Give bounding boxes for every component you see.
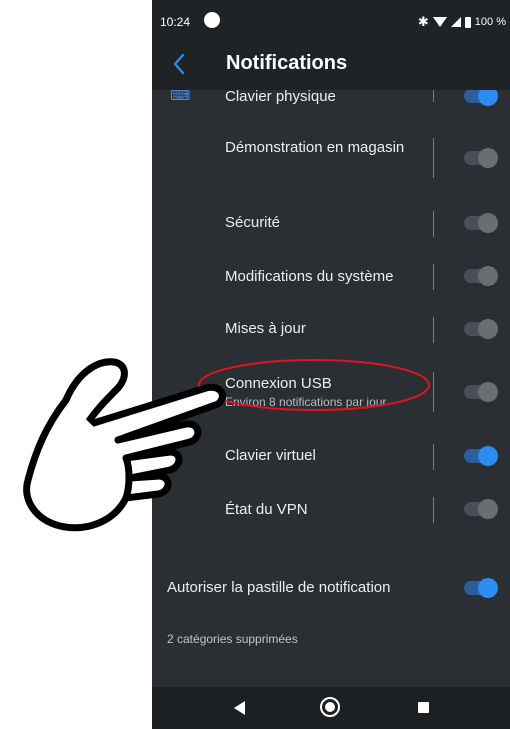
nav-back-icon[interactable] [234,701,245,715]
row-divider [433,264,434,290]
bluetooth-icon: ✱ [417,14,429,29]
chevron-left-icon [173,53,185,75]
category-toggle[interactable] [462,319,498,339]
row-divider [433,138,434,178]
category-label: Clavier virtuel [225,447,316,464]
battery-percent: 100 % [474,16,506,28]
category-row-demonstration[interactable]: Démonstration en magasin [152,138,510,182]
category-row-mises-a-jour[interactable]: Mises à jour [152,317,510,343]
page-title: Notifications [226,52,348,74]
notification-dot-icon [204,12,220,28]
category-label: Clavier physique [225,88,336,105]
row-divider [433,444,434,470]
nav-home-icon[interactable] [320,697,340,717]
category-label: Démonstration en magasin [225,139,405,156]
status-icons: ✱ 100 % [418,14,506,30]
category-toggle[interactable] [462,148,498,168]
row-divider [433,372,434,412]
row-divider [433,497,434,523]
app-bar-shadow [152,82,510,90]
category-label: Modifications du système [225,268,394,285]
category-toggle[interactable] [462,382,498,402]
category-label: État du VPN [225,501,308,518]
back-button[interactable] [162,48,196,80]
category-label: Mises à jour [225,320,306,337]
pointing-hand-icon [23,358,226,532]
badge-setting-row[interactable]: Autoriser la pastille de notification [152,576,510,600]
deleted-categories-link[interactable]: 2 catégories supprimées [167,632,298,646]
category-toggle[interactable] [462,499,498,519]
status-bar: 10:24 ✱ 100 % [152,0,510,38]
category-toggle[interactable] [462,213,498,233]
status-time: 10:24 [160,15,191,29]
signal-icon [450,17,461,27]
wifi-icon [432,17,447,27]
nav-recents-icon[interactable] [418,702,429,713]
category-row-modifications-systeme[interactable]: Modifications du système [152,264,510,290]
category-row-securite[interactable]: Sécurité [152,211,510,237]
category-toggle[interactable] [462,446,498,466]
row-divider [433,317,434,343]
row-divider [433,211,434,237]
navigation-bar [152,687,510,729]
badge-setting-label: Autoriser la pastille de notification [167,579,391,596]
category-label: Sécurité [225,214,281,231]
category-toggle[interactable] [462,266,498,286]
battery-icon [464,16,471,28]
badge-toggle[interactable] [462,578,498,598]
